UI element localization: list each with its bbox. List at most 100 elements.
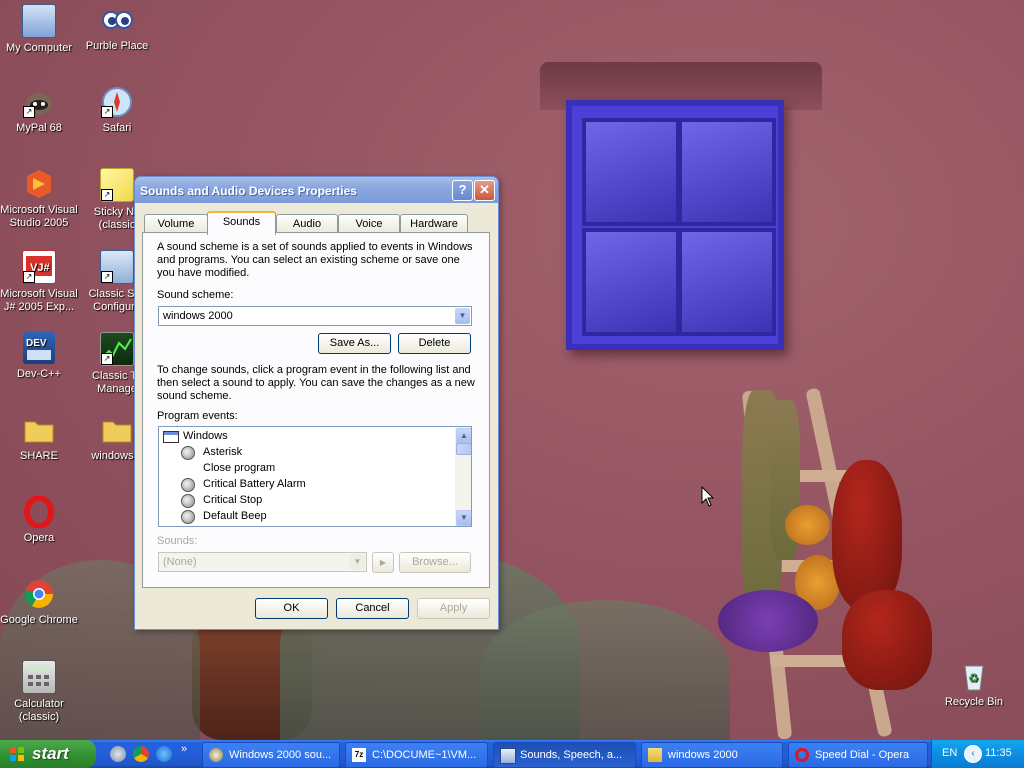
desktop-icon-dev-cpp[interactable]: DEV Dev-C++ xyxy=(0,332,78,381)
change-sounds-text: To change sounds, click a program event … xyxy=(157,364,475,402)
events-scrollbar[interactable]: ▲ ▼ xyxy=(455,427,471,526)
purble-place-icon xyxy=(101,4,133,36)
desktop-icon-purble-place[interactable]: Purble Place xyxy=(78,4,156,53)
ok-button[interactable]: OK xyxy=(255,598,328,619)
close-button[interactable]: ✕ xyxy=(474,180,495,201)
desktop-icon-chrome[interactable]: Google Chrome xyxy=(0,578,78,627)
desktop-icon-opera[interactable]: Opera xyxy=(0,495,78,545)
desktop-icon-visual-studio[interactable]: Microsoft Visual Studio 2005 xyxy=(0,168,78,230)
show-hidden-icons-icon[interactable]: ‹ xyxy=(964,745,982,763)
desktop-icon-label: Calculator (classic) xyxy=(14,698,64,723)
task-label: windows 2000 xyxy=(668,749,738,761)
chevron-down-icon[interactable]: ▼ xyxy=(350,554,365,570)
scroll-down-icon[interactable]: ▼ xyxy=(456,510,471,526)
opera-icon xyxy=(795,748,809,762)
scroll-up-icon[interactable]: ▲ xyxy=(456,428,471,444)
event-label: Critical Battery Alarm xyxy=(203,478,306,490)
control-panel-icon xyxy=(500,748,516,764)
tab-volume[interactable]: Volume xyxy=(144,214,208,233)
task-label: Windows 2000 sou... xyxy=(229,749,332,761)
system-config-icon: ↗ xyxy=(100,250,134,284)
tab-voice[interactable]: Voice xyxy=(338,214,400,233)
desktop-icon-label: Google Chrome xyxy=(0,614,78,626)
windows-logo-icon xyxy=(10,747,24,761)
windows-category-icon xyxy=(163,431,179,443)
tab-sounds[interactable]: Sounds xyxy=(207,211,276,235)
speaker-icon xyxy=(181,510,195,524)
delete-button[interactable]: Delete xyxy=(398,333,471,354)
quick-launch-overflow-icon[interactable]: » xyxy=(181,743,187,755)
sound-scheme-value: windows 2000 xyxy=(163,310,233,322)
folder-icon xyxy=(23,414,55,446)
taskbar-item-opera[interactable]: Speed Dial - Opera xyxy=(788,742,928,768)
desktop-icon-label: Safari xyxy=(102,122,132,134)
program-events-list[interactable]: Windows Asterisk Close program Critical … xyxy=(158,426,472,527)
scrollbar-thumb[interactable] xyxy=(456,443,471,455)
desktop-icon-label: Purble Place xyxy=(85,40,149,52)
svg-text:DEV: DEV xyxy=(26,338,47,349)
sounds-select[interactable]: (None) ▼ xyxy=(158,552,367,572)
taskbar-item-windows2000-folder[interactable]: windows 2000 xyxy=(641,742,783,768)
sounds-audio-properties-dialog: Sounds and Audio Devices Properties ? ✕ … xyxy=(134,176,499,630)
sounds-tab-panel: A sound scheme is a set of sounds applie… xyxy=(142,232,490,588)
desktop-icon-label: SHARE xyxy=(20,450,58,462)
taskbar-item-sounds-speech[interactable]: Sounds, Speech, a... xyxy=(493,742,636,768)
intro-text: A sound scheme is a set of sounds applie… xyxy=(157,241,473,279)
7zip-icon: 7z xyxy=(352,748,366,762)
event-label: Asterisk xyxy=(203,446,243,458)
language-indicator[interactable]: EN xyxy=(942,747,957,759)
dialog-titlebar[interactable]: Sounds and Audio Devices Properties ? ✕ xyxy=(135,177,498,203)
blue-window xyxy=(566,100,784,350)
dev-cpp-icon: DEV xyxy=(23,332,55,364)
event-label: Windows xyxy=(183,430,228,442)
desktop-icon-calculator[interactable]: Calculator (classic) xyxy=(0,660,78,724)
desktop-icon-my-computer[interactable]: My Computer xyxy=(0,4,78,55)
internet-explorer-icon[interactable] xyxy=(156,746,172,762)
system-tray: EN ‹ 11:35 xyxy=(931,740,1024,768)
desktop-icon-label: Opera xyxy=(23,532,55,544)
chrome-icon[interactable] xyxy=(133,746,149,762)
chevron-down-icon[interactable]: ▼ xyxy=(455,308,470,324)
desktop-icon-visual-jsharp[interactable]: VJ# ↗ Microsoft Visual J# 2005 Exp... xyxy=(0,250,78,314)
folder-icon xyxy=(101,414,133,446)
event-label: Critical Stop xyxy=(203,494,263,506)
opera-icon xyxy=(23,495,55,529)
folder-icon xyxy=(648,748,662,762)
sound-scheme-select[interactable]: windows 2000 ▼ xyxy=(158,306,472,326)
program-events-label: Program events: xyxy=(157,410,238,422)
tab-audio[interactable]: Audio xyxy=(276,214,338,233)
help-button[interactable]: ? xyxy=(452,180,473,201)
desktop-icon-share[interactable]: SHARE xyxy=(0,414,78,463)
desktop-icon-safari[interactable]: ↗ Safari xyxy=(78,86,156,135)
taskbar-item-7zip[interactable]: 7z C:\DOCUME~1\VM... xyxy=(345,742,488,768)
event-label: Close program xyxy=(203,462,276,474)
recycle-bin-icon: ♻ xyxy=(958,660,990,692)
visual-studio-icon xyxy=(23,168,55,200)
play-button[interactable]: ▶ xyxy=(372,552,394,573)
chrome-icon xyxy=(23,578,55,610)
desktop-icon-mypal[interactable]: ↗ MyPal 68 xyxy=(0,86,78,135)
desktop-icon-label: Dev-C++ xyxy=(16,368,62,380)
tab-hardware[interactable]: Hardware xyxy=(400,214,468,233)
media-icon xyxy=(209,748,223,762)
clock[interactable]: 11:35 xyxy=(985,747,1012,759)
task-label: Sounds, Speech, a... xyxy=(520,749,623,761)
desktop-icon-label: MyPal 68 xyxy=(16,122,62,134)
apply-button[interactable]: Apply xyxy=(417,598,490,619)
desktop-icon-recycle-bin[interactable]: ♻ Recycle Bin xyxy=(935,660,1013,709)
taskbar: start » Windows 2000 sou... 7z C:\DOCUME… xyxy=(0,740,1024,768)
start-button[interactable]: start xyxy=(0,740,96,768)
desktop-icon-label: Recycle Bin xyxy=(944,696,1004,708)
task-label: C:\DOCUME~1\VM... xyxy=(372,749,477,761)
calculator-icon xyxy=(22,660,56,694)
taskbar-item-windows2000-sounds[interactable]: Windows 2000 sou... xyxy=(202,742,340,768)
cancel-button[interactable]: Cancel xyxy=(336,598,409,619)
mypal-icon: ↗ xyxy=(23,86,55,118)
browse-button[interactable]: Browse... xyxy=(399,552,471,573)
dialog-title: Sounds and Audio Devices Properties xyxy=(140,184,357,198)
save-as-button[interactable]: Save As... xyxy=(318,333,391,354)
scheme-label: Sound scheme: xyxy=(157,289,234,301)
speaker-icon xyxy=(181,478,195,492)
desktop-icon-label: My Computer xyxy=(5,42,73,54)
show-desktop-icon[interactable] xyxy=(110,746,126,762)
